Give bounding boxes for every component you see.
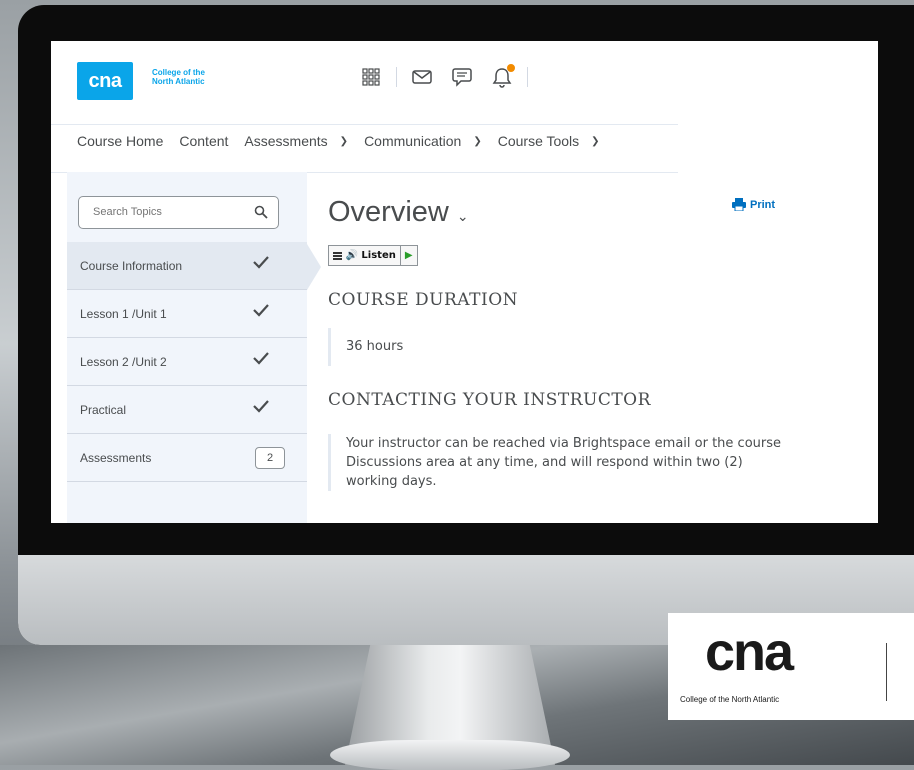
topic-lesson-2[interactable]: Lesson 2 /Unit 2 [67,338,307,386]
topic-lesson-1[interactable]: Lesson 1 /Unit 1 [67,290,307,338]
page-title-text: Overview [328,196,449,228]
section-heading-duration: COURSE DURATION [328,290,519,310]
cna-logo-large: cna [705,622,794,682]
waffle-grid-icon[interactable] [360,66,382,88]
topic-practical[interactable]: Practical [67,386,307,434]
screen: cna College of the North Atlantic Course… [51,41,878,523]
topic-label: Course Information [80,259,183,273]
topic-list: Course Information Lesson 1 /Unit 1 Less… [67,242,307,482]
topic-course-information[interactable]: Course Information [67,242,307,290]
checkmark-icon [253,399,269,416]
search-topics-box [78,196,279,229]
checkmark-icon [253,303,269,320]
search-input[interactable] [91,205,245,219]
monitor-stand-base [330,740,570,770]
print-button[interactable]: Print [732,198,775,211]
logo-line-2: North Atlantic [152,77,205,86]
chevron-down-icon: ❯ [473,135,482,147]
menu-icon [333,251,342,260]
nav-label: Content [179,133,229,149]
duration-block: 36 hours [328,328,403,366]
logo-divider [886,643,887,701]
contact-block: Your instructor can be reached via Brigh… [328,434,816,491]
mail-icon[interactable] [411,66,433,88]
logo-line-1: College of the [152,68,205,77]
chat-bubble-icon[interactable] [451,66,473,88]
contact-line: Your instructor can be reached via Brigh… [346,436,781,451]
checkmark-icon [253,255,269,272]
cna-watermark-logo: cna College of the North Atlantic [668,613,914,720]
nav-content[interactable]: Content [179,133,236,149]
logo-text: College of the North Atlantic [152,68,205,86]
course-navbar: Course Home Content Assessments ❯ Communi… [77,133,616,149]
topic-label: Lesson 1 /Unit 1 [80,307,167,321]
topic-label: Lesson 2 /Unit 2 [80,355,167,369]
notification-dot [507,64,515,72]
section-heading-contact: CONTACTING YOUR INSTRUCTOR [328,390,651,410]
topic-label: Practical [80,403,127,417]
nav-communication[interactable]: Communication ❯ [364,133,490,149]
bell-icon[interactable] [491,64,515,88]
top-bar: cna College of the North Atlantic [51,41,678,125]
nav-label: Course Tools [497,133,580,149]
nav-course-tools[interactable]: Course Tools ❯ [498,133,608,149]
print-label: Print [750,198,776,211]
checkmark-icon [253,351,269,368]
contact-line: Discussions area at any time, and will r… [346,455,743,470]
icon-bar [360,64,542,88]
listen-label: Listen [361,250,396,261]
duration-text: 36 hours [346,339,404,354]
listen-button[interactable]: 🔊 Listen ▶ [328,245,418,266]
nav-label: Assessments [244,133,328,149]
nav-label: Course Home [77,133,164,149]
divider [396,67,397,87]
chevron-down-icon: ❯ [591,135,600,147]
printer-icon [732,198,746,211]
count-badge: 2 [255,447,285,469]
nav-assessments[interactable]: Assessments ❯ [244,133,356,149]
nav-course-home[interactable]: Course Home [77,133,171,149]
nav-label: Communication [364,133,462,149]
active-pointer [307,244,321,290]
chevron-down-icon: ❯ [339,135,349,147]
cna-logo-caption: College of the North Atlantic [680,695,780,704]
divider [527,67,528,87]
page-title[interactable]: Overview ⌄ [328,196,469,229]
speaker-icon: 🔊 [345,250,358,261]
play-icon[interactable]: ▶ [399,246,417,265]
topic-label: Assessments [80,451,152,465]
contact-line: working days. [346,474,437,489]
search-icon[interactable] [254,204,268,223]
table-of-contents-sidebar: Course Information Lesson 1 /Unit 1 Less… [67,172,321,523]
topic-assessments[interactable]: Assessments 2 [67,434,307,482]
cna-logo[interactable]: cna [77,62,133,100]
listen-segment: 🔊 Listen [329,246,400,265]
chevron-down-icon: ⌄ [456,208,469,224]
